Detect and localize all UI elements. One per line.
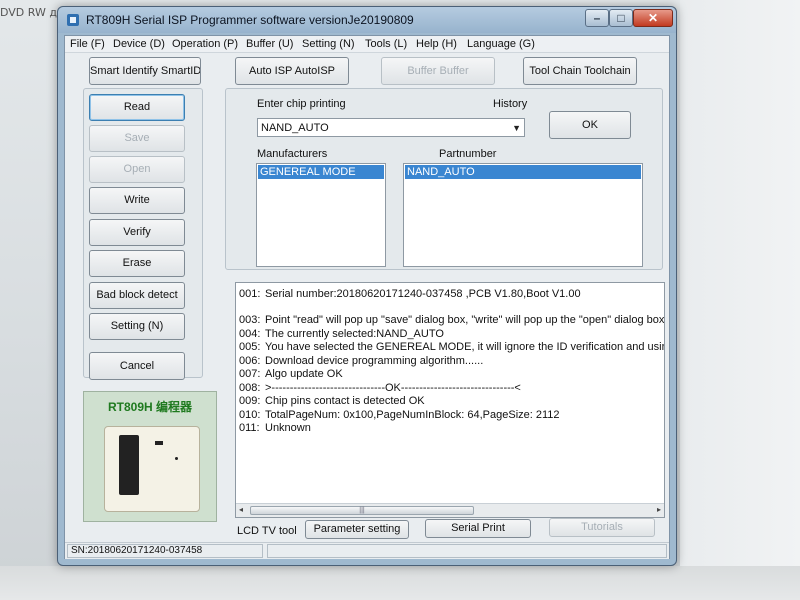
programmer-window: RT809H Serial ISP Programmer software ve… xyxy=(57,6,677,566)
log-line-number: 005: xyxy=(239,341,261,353)
log-line-number: 008: xyxy=(239,382,261,394)
device-image: RT809H 编程器 xyxy=(83,391,217,522)
log-line-number: 004: xyxy=(239,328,261,340)
log-line: 004: The currently selected:NAND_AUTO xyxy=(239,328,444,340)
zif-socket xyxy=(119,435,139,495)
chip-printing-label: Enter chip printing xyxy=(257,98,346,110)
log-line-number: 010: xyxy=(239,409,261,421)
log-line-text: You have selected the GENEREAL MODE, it … xyxy=(265,341,665,353)
log-line-text: Serial number:20180620171240-037458 ,PCB… xyxy=(265,288,581,300)
parameter-setting-button[interactable]: Parameter setting xyxy=(305,520,409,539)
menu-language[interactable]: Language (G) xyxy=(467,38,535,50)
log-line-text: Download device programming algorithm...… xyxy=(265,355,484,367)
log-line-text: Algo update OK xyxy=(265,368,343,380)
log-line-text: Unknown xyxy=(265,422,311,434)
setting-button[interactable]: Setting (N) xyxy=(89,313,185,340)
partnumber-selected-item[interactable]: NAND_AUTO xyxy=(405,165,641,179)
menu-bar: File (F) Device (D) Operation (P) Buffer… xyxy=(65,36,669,53)
auto-isp-button[interactable]: Auto ISP AutoISP xyxy=(235,57,349,85)
log-line-number: 003: xyxy=(239,314,261,326)
minimize-button[interactable]: – xyxy=(585,9,609,27)
log-line: 011: Unknown xyxy=(239,422,311,434)
programmer-body xyxy=(104,426,200,512)
save-button[interactable]: Save xyxy=(89,125,185,152)
maximize-icon: □ xyxy=(617,11,625,25)
log-line-number: 006: xyxy=(239,355,261,367)
menu-setting[interactable]: Setting (N) xyxy=(302,38,355,50)
programmer-indicator xyxy=(175,457,178,460)
read-button[interactable]: Read xyxy=(89,94,185,121)
window-title: RT809H Serial ISP Programmer software ve… xyxy=(86,13,414,27)
log-line-number: 007: xyxy=(239,368,261,380)
log-line: 005: You have selected the GENEREAL MODE,… xyxy=(239,341,665,353)
history-label: History xyxy=(493,98,528,110)
serial-print-button[interactable]: Serial Print xyxy=(425,519,531,538)
manufacturer-selected-item[interactable]: GENEREAL MODE xyxy=(258,165,384,179)
app-icon xyxy=(67,14,79,26)
log-line: 006: Download device programming algorith… xyxy=(239,355,483,367)
manufacturers-label: Manufacturers xyxy=(257,148,328,160)
smart-identify-button[interactable]: Smart Identify SmartID xyxy=(89,57,201,85)
minimize-icon: – xyxy=(593,11,601,25)
log-line-text: >-------------------------------OK------… xyxy=(265,382,521,394)
client-area: File (F) Device (D) Operation (P) Buffer… xyxy=(64,35,670,559)
programmer-led xyxy=(155,441,163,445)
log-line: 009: Chip pins contact is detected OK xyxy=(239,395,425,407)
log-line: 008: >-------------------------------OK--… xyxy=(239,382,521,394)
log-line-text: Chip pins contact is detected OK xyxy=(265,395,425,407)
log-line-number: 009: xyxy=(239,395,261,407)
menu-file[interactable]: File (F) xyxy=(70,38,105,50)
buffer-button[interactable]: Buffer Buffer xyxy=(381,57,495,85)
log-line: 010: TotalPageNum: 0x100,PageNumInBlock: … xyxy=(239,409,560,421)
partnumber-label: Partnumber xyxy=(439,148,497,160)
log-line: 001: Serial number:20180620171240-037458 … xyxy=(239,288,581,300)
ok-button[interactable]: OK xyxy=(549,111,631,139)
menu-buffer[interactable]: Buffer (U) xyxy=(246,38,293,50)
bad-block-detect-button[interactable]: Bad block detect xyxy=(89,282,185,309)
log-line-text: The currently selected:NAND_AUTO xyxy=(265,328,444,340)
close-button[interactable]: ✕ xyxy=(633,9,673,27)
serial-number-status: SN:20180620171240-037458 xyxy=(67,544,263,558)
scroll-left-icon[interactable]: ◂ xyxy=(239,505,243,514)
scroll-right-icon[interactable]: ▸ xyxy=(657,505,661,514)
tool-chain-button[interactable]: Tool Chain Toolchain xyxy=(523,57,637,85)
device-brand-label: RT809H 编程器 xyxy=(107,400,193,414)
log-output[interactable]: 001: Serial number:20180620171240-037458 … xyxy=(235,282,665,518)
status-pane-empty xyxy=(267,544,667,558)
verify-button[interactable]: Verify xyxy=(89,219,185,246)
log-line-number: 011: xyxy=(239,422,260,434)
status-bar: SN:20180620171240-037458 xyxy=(65,542,669,559)
manufacturers-list[interactable]: GENEREAL MODE xyxy=(256,163,386,267)
log-horizontal-scrollbar[interactable]: ◂ ||| ▸ xyxy=(236,503,664,517)
menu-device[interactable]: Device (D) xyxy=(113,38,165,50)
lcd-tv-tool-label[interactable]: LCD TV tool xyxy=(237,525,297,537)
chip-printing-combo[interactable]: NAND_AUTO ▼ xyxy=(257,118,525,137)
log-line-text: Point "read" will pop up "save" dialog b… xyxy=(265,314,665,326)
scrollbar-thumb[interactable]: ||| xyxy=(250,506,474,515)
desktop-bottom-area xyxy=(0,566,800,600)
log-line-number: 001: xyxy=(239,288,261,300)
erase-button[interactable]: Erase xyxy=(89,250,185,277)
chevron-down-icon[interactable]: ▼ xyxy=(512,123,521,133)
tutorials-button[interactable]: Tutorials xyxy=(549,518,655,537)
desktop-right-area xyxy=(680,0,800,600)
menu-help[interactable]: Help (H) xyxy=(416,38,457,50)
title-bar[interactable]: RT809H Serial ISP Programmer software ve… xyxy=(58,7,676,33)
close-icon: ✕ xyxy=(647,11,659,25)
menu-tools[interactable]: Tools (L) xyxy=(365,38,407,50)
menu-operation[interactable]: Operation (P) xyxy=(172,38,238,50)
maximize-button[interactable]: □ xyxy=(609,9,633,27)
log-line: 003: Point "read" will pop up "save" dial… xyxy=(239,314,664,326)
partnumber-list[interactable]: NAND_AUTO xyxy=(403,163,643,267)
log-line: 007: Algo update OK xyxy=(239,368,343,380)
log-line-text: TotalPageNum: 0x100,PageNumInBlock: 64,P… xyxy=(265,409,560,421)
write-button[interactable]: Write xyxy=(89,187,185,214)
open-button[interactable]: Open xyxy=(89,156,185,183)
chip-printing-value: NAND_AUTO xyxy=(261,122,329,134)
cancel-button[interactable]: Cancel xyxy=(89,352,185,380)
